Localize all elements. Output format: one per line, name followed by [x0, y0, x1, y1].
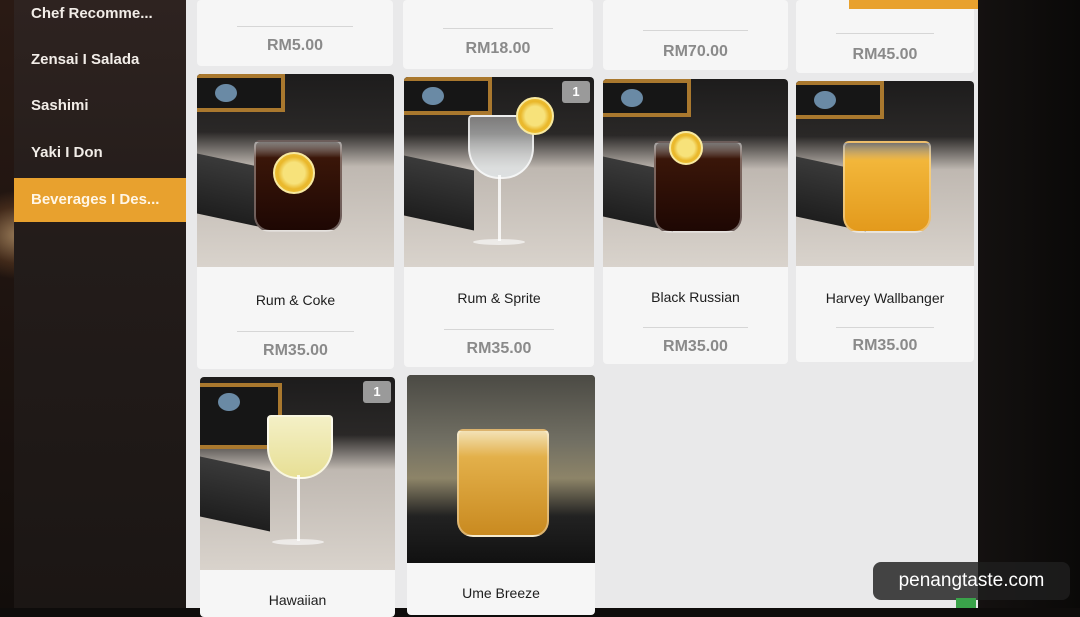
rocks-glass [457, 428, 549, 537]
divider [836, 327, 934, 328]
category-sidebar: Chef Recomme... Zensai I Salada Sashimi … [14, 0, 188, 608]
category-chef-recommends[interactable]: Chef Recomme... [14, 0, 186, 36]
menu-item-card-black-russian[interactable]: Black Russian RM35.00 [603, 79, 788, 364]
item-price: RM18.00 [465, 40, 531, 57]
divider [643, 30, 748, 31]
wall-sign [603, 79, 691, 117]
menu-item-card-hawaiian[interactable]: 1 Hawaiian [200, 377, 395, 617]
quantity-badge: 1 [562, 81, 590, 103]
glass-foot [473, 239, 525, 245]
menu-item-card-harvey-wallbanger[interactable]: Harvey Wallbanger RM35.00 [796, 81, 974, 362]
item-price: RM45.00 [852, 46, 918, 63]
category-zensai-salada[interactable]: Zensai I Salada [14, 38, 186, 82]
item-price: RM35.00 [663, 338, 728, 355]
lemon-slice [273, 152, 315, 194]
item-price: RM5.00 [266, 37, 324, 54]
divider [443, 28, 553, 29]
item-photo: 1 [200, 377, 395, 570]
divider [237, 331, 354, 332]
category-yaki-don[interactable]: Yaki I Don [14, 131, 186, 175]
menu-item-card[interactable]: RM45.00 [796, 0, 974, 73]
divider [444, 329, 554, 330]
quantity-badge: 1 [363, 381, 391, 403]
glass-stem [296, 475, 300, 541]
menu-item-card[interactable]: RM5.00 [197, 0, 393, 66]
watermark: penangtaste.com [873, 562, 1070, 600]
item-name: Black Russian [651, 289, 740, 305]
photo-bezel-left [0, 0, 14, 608]
item-photo [407, 375, 595, 563]
item-name: Harvey Wallbanger [825, 290, 945, 306]
menu-item-card-rum-sprite[interactable]: 1 Rum & Sprite RM35.00 [404, 77, 594, 367]
item-price: RM35.00 [263, 342, 328, 359]
wall-sign [404, 77, 492, 115]
item-photo [197, 74, 394, 267]
menu-item-card-ume-breeze[interactable]: Ume Breeze [407, 375, 595, 615]
item-photo [603, 79, 788, 267]
status-indicator [956, 598, 976, 608]
item-name: Rum & Sprite [457, 290, 541, 306]
wall-sign [796, 81, 884, 119]
lime-slice [516, 97, 554, 135]
wall-sign [197, 74, 285, 112]
rocks-glass [843, 140, 931, 233]
menu-grid: RM5.00 RM18.00 RM70.00 RM45.00 Rum & Cok… [186, 0, 978, 617]
category-sashimi[interactable]: Sashimi [14, 84, 186, 128]
item-name: Rum & Coke [255, 292, 336, 308]
glass-foot [271, 539, 324, 545]
item-price: RM35.00 [466, 340, 532, 357]
menu-item-card[interactable]: RM18.00 [403, 0, 593, 69]
selected-item-indicator [849, 0, 978, 9]
divider [237, 26, 353, 27]
divider [643, 327, 748, 328]
item-photo: 1 [404, 77, 594, 267]
sink-counter [404, 155, 474, 230]
menu-item-card[interactable]: RM70.00 [603, 0, 788, 70]
sink-counter [200, 456, 270, 532]
item-price: RM70.00 [663, 43, 728, 60]
martini-glass [266, 415, 333, 479]
photo-bezel-right [978, 0, 1080, 608]
menu-item-card-rum-coke[interactable]: Rum & Coke RM35.00 [197, 74, 394, 369]
category-beverages-desserts[interactable]: Beverages I Des... [14, 178, 188, 222]
item-name: Hawaiian [268, 592, 327, 608]
divider [836, 33, 934, 34]
item-price: RM35.00 [852, 337, 918, 354]
item-name: Ume Breeze [462, 585, 540, 601]
item-photo [796, 81, 974, 266]
lemon-slice [669, 131, 703, 165]
glass-stem [498, 175, 501, 241]
